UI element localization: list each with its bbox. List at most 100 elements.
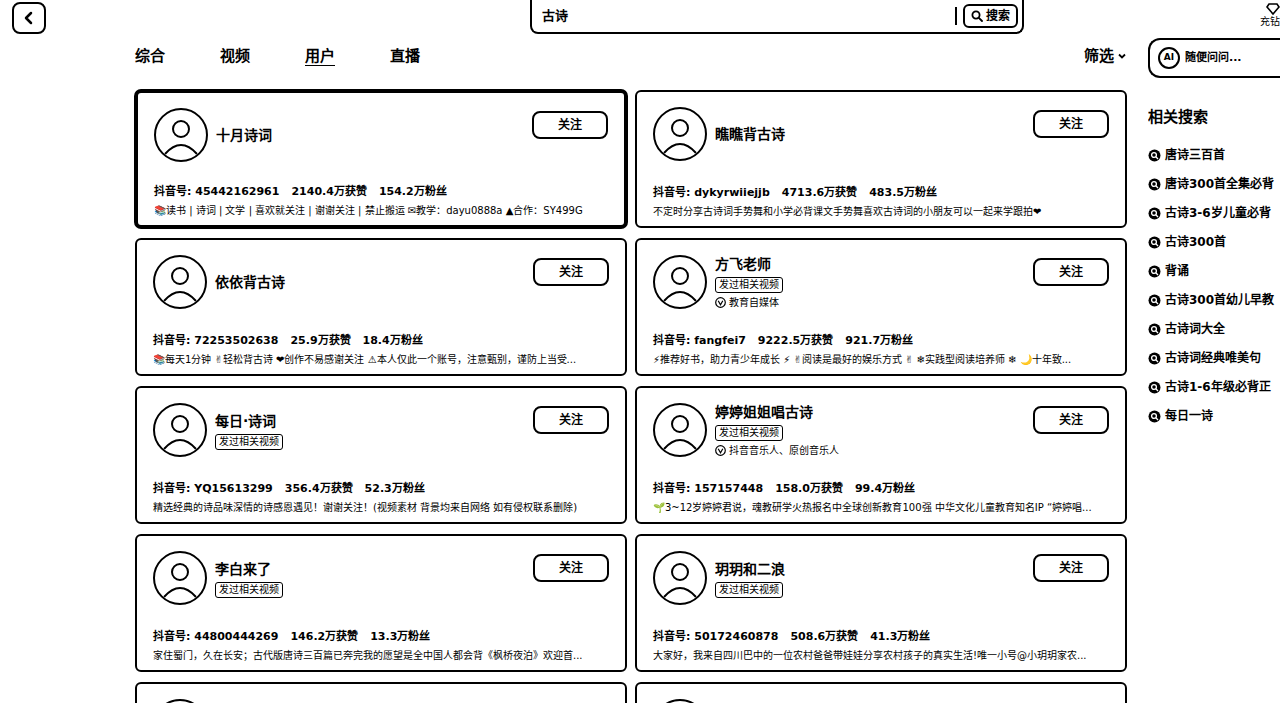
related-item[interactable]: 唐诗三百首 bbox=[1148, 141, 1280, 170]
likes-count: 2140.4万获赞 bbox=[291, 184, 366, 201]
follow-button[interactable]: 关注 bbox=[533, 554, 609, 582]
search-button-label[interactable]: 搜索 bbox=[986, 7, 1010, 25]
user-avatar[interactable] bbox=[153, 403, 207, 457]
fans-count: 41.3万粉丝 bbox=[870, 629, 930, 646]
user-name[interactable]: 每日·诗词 bbox=[215, 411, 283, 432]
verify-label: 抖音音乐人、原创音乐人 bbox=[729, 443, 839, 458]
follow-button[interactable]: 关注 bbox=[533, 258, 609, 286]
recharge-button[interactable]: 充钻 bbox=[1254, 0, 1280, 27]
avatar-photo-icon bbox=[655, 257, 705, 307]
back-icon bbox=[22, 11, 36, 25]
related-label[interactable]: 唐诗300首全集必背 bbox=[1165, 175, 1274, 193]
user-name[interactable]: 方飞老师 bbox=[715, 254, 783, 275]
tab[interactable]: 直播 bbox=[390, 45, 420, 68]
user-description: ⚡推荐好书，助力青少年成长 ⚡ ✌阅读是最好的娱乐方式 ✌ ❄实践型阅读培养师 … bbox=[653, 353, 1109, 367]
sidebar: AI 随便问问... 相关搜索 唐诗三百首唐诗300首全集必背古诗3-6岁儿童必… bbox=[1148, 36, 1280, 703]
follow-button[interactable]: 关注 bbox=[532, 111, 608, 139]
related-label[interactable]: 古诗词经典唯美句 bbox=[1165, 349, 1261, 367]
user-card[interactable] bbox=[635, 682, 1127, 703]
related-video-badge: 发过相关视频 bbox=[715, 582, 783, 598]
user-card[interactable]: 方飞老师发过相关视频教育自媒体关注抖音号: fangfei79222.5万获赞9… bbox=[635, 238, 1127, 376]
related-video-badge: 发过相关视频 bbox=[715, 277, 783, 293]
user-id: 抖音号: YQ15613299 bbox=[153, 481, 273, 498]
user-avatar[interactable] bbox=[153, 551, 207, 605]
user-avatar[interactable] bbox=[653, 255, 707, 309]
user-name[interactable]: 十月诗词 bbox=[216, 125, 272, 146]
user-card-header: 十月诗词 关注 bbox=[154, 105, 608, 165]
user-name[interactable]: 婷婷姐姐唱古诗 bbox=[715, 402, 839, 423]
follow-button[interactable]: 关注 bbox=[1033, 554, 1109, 582]
user-card[interactable]: 依依背古诗关注抖音号: 7225350263825.9万获赞18.4万粉丝📚每天… bbox=[135, 238, 627, 376]
user-card-header: 玥玥和二浪发过相关视频 关注 bbox=[653, 548, 1109, 608]
user-stats: 抖音号: fangfei79222.5万获赞921.7万粉丝 bbox=[653, 327, 1109, 350]
user-card[interactable]: 李白来了发过相关视频 关注抖音号: 44800444269146.2万获赞13.3… bbox=[135, 534, 627, 672]
user-card[interactable]: 十月诗词关注抖音号: 454421629612140.4万获赞154.2万粉丝📚… bbox=[135, 90, 627, 228]
user-name[interactable]: 李白来了 bbox=[215, 559, 283, 580]
user-name[interactable]: 依依背古诗 bbox=[215, 272, 285, 293]
search-box[interactable]: 古诗 搜索 bbox=[530, 0, 1024, 34]
related-item[interactable]: 每日一诗 bbox=[1148, 402, 1280, 431]
user-card[interactable]: 瞧瞧背古诗关注抖音号: dykyrwiiejjb4713.6万获赞483.5万粉… bbox=[635, 90, 1127, 228]
search-query[interactable]: 古诗 bbox=[542, 6, 949, 26]
avatar-photo-icon bbox=[156, 110, 206, 160]
related-label[interactable]: 古诗300首 bbox=[1165, 233, 1226, 251]
related-label[interactable]: 古诗词大全 bbox=[1165, 320, 1225, 338]
search-icon bbox=[1148, 236, 1161, 249]
user-name[interactable]: 玥玥和二浪 bbox=[715, 559, 785, 580]
user-name[interactable]: 瞧瞧背古诗 bbox=[715, 124, 785, 145]
related-item[interactable]: 古诗词经典唯美句 bbox=[1148, 344, 1280, 373]
related-video-badge: 发过相关视频 bbox=[215, 582, 283, 598]
user-card[interactable] bbox=[135, 682, 627, 703]
user-avatar[interactable] bbox=[154, 108, 208, 162]
user-avatar[interactable] bbox=[653, 699, 707, 703]
likes-count: 146.2万获赞 bbox=[290, 629, 358, 646]
user-card[interactable]: 玥玥和二浪发过相关视频关注抖音号: 50172460878508.6万获赞41.… bbox=[635, 534, 1127, 672]
user-info: 方飞老师发过相关视频教育自媒体 bbox=[715, 254, 783, 310]
related-label[interactable]: 唐诗三百首 bbox=[1165, 146, 1225, 164]
filter-button[interactable]: 筛选 bbox=[1084, 45, 1127, 68]
related-label[interactable]: 背诵 bbox=[1165, 262, 1189, 280]
user-avatar[interactable] bbox=[153, 699, 207, 703]
user-card[interactable]: 每日·诗词发过相关视频关注抖音号: YQ15613299356.4万获赞52.3… bbox=[135, 386, 627, 524]
user-id: 抖音号: 157157448 bbox=[653, 481, 763, 498]
related-item[interactable]: 古诗词大全 bbox=[1148, 315, 1280, 344]
user-card-header bbox=[653, 696, 1109, 703]
user-stats: 抖音号: 44800444269146.2万获赞13.3万粉丝 bbox=[153, 623, 609, 646]
follow-button[interactable]: 关注 bbox=[1033, 406, 1109, 434]
search-button[interactable]: 搜索 bbox=[963, 4, 1018, 28]
related-item[interactable]: 背诵 bbox=[1148, 257, 1280, 286]
avatar-photo-icon bbox=[655, 553, 705, 603]
user-description: 精选经典的诗品味深情的诗感恩遇见！谢谢关注！(视频素材 背景均来自网络 如有侵权… bbox=[153, 501, 609, 515]
ai-ask-box[interactable]: AI 随便问问... bbox=[1148, 38, 1280, 78]
likes-count: 508.6万获赞 bbox=[790, 629, 858, 646]
follow-button[interactable]: 关注 bbox=[1033, 110, 1109, 138]
avatar-photo-icon bbox=[655, 405, 705, 455]
related-item[interactable]: 唐诗300首全集必背 bbox=[1148, 170, 1280, 199]
filter-label[interactable]: 筛选 bbox=[1084, 45, 1114, 68]
related-item[interactable]: 古诗1-6年级必背正 bbox=[1148, 373, 1280, 402]
ai-badge: AI bbox=[1158, 47, 1180, 69]
tab[interactable]: 综合 bbox=[135, 45, 165, 68]
tab[interactable]: 用户 bbox=[305, 45, 335, 68]
back-button[interactable] bbox=[12, 2, 46, 34]
ai-placeholder[interactable]: 随便问问... bbox=[1185, 50, 1242, 67]
user-avatar[interactable] bbox=[653, 107, 707, 161]
tab[interactable]: 视频 bbox=[220, 45, 250, 68]
related-item[interactable]: 古诗300首幼儿早教 bbox=[1148, 286, 1280, 315]
related-label[interactable]: 每日一诗 bbox=[1165, 407, 1213, 425]
follow-button[interactable]: 关注 bbox=[533, 406, 609, 434]
follow-button[interactable]: 关注 bbox=[1033, 258, 1109, 286]
related-label[interactable]: 古诗300首幼儿早教 bbox=[1165, 291, 1274, 309]
related-item[interactable]: 古诗3-6岁儿童必背 bbox=[1148, 199, 1280, 228]
user-avatar[interactable] bbox=[153, 255, 207, 309]
user-avatar[interactable] bbox=[653, 551, 707, 605]
user-card[interactable]: 婷婷姐姐唱古诗发过相关视频抖音音乐人、原创音乐人关注抖音号: 157157448… bbox=[635, 386, 1127, 524]
search-icon bbox=[971, 10, 983, 22]
avatar-photo-icon bbox=[155, 553, 205, 603]
related-label[interactable]: 古诗3-6岁儿童必背 bbox=[1165, 204, 1271, 222]
related-label[interactable]: 古诗1-6年级必背正 bbox=[1165, 378, 1271, 396]
user-card-header: 依依背古诗 关注 bbox=[153, 252, 609, 312]
recharge-label[interactable]: 充钻 bbox=[1260, 16, 1280, 27]
related-item[interactable]: 古诗300首 bbox=[1148, 228, 1280, 257]
user-avatar[interactable] bbox=[653, 403, 707, 457]
